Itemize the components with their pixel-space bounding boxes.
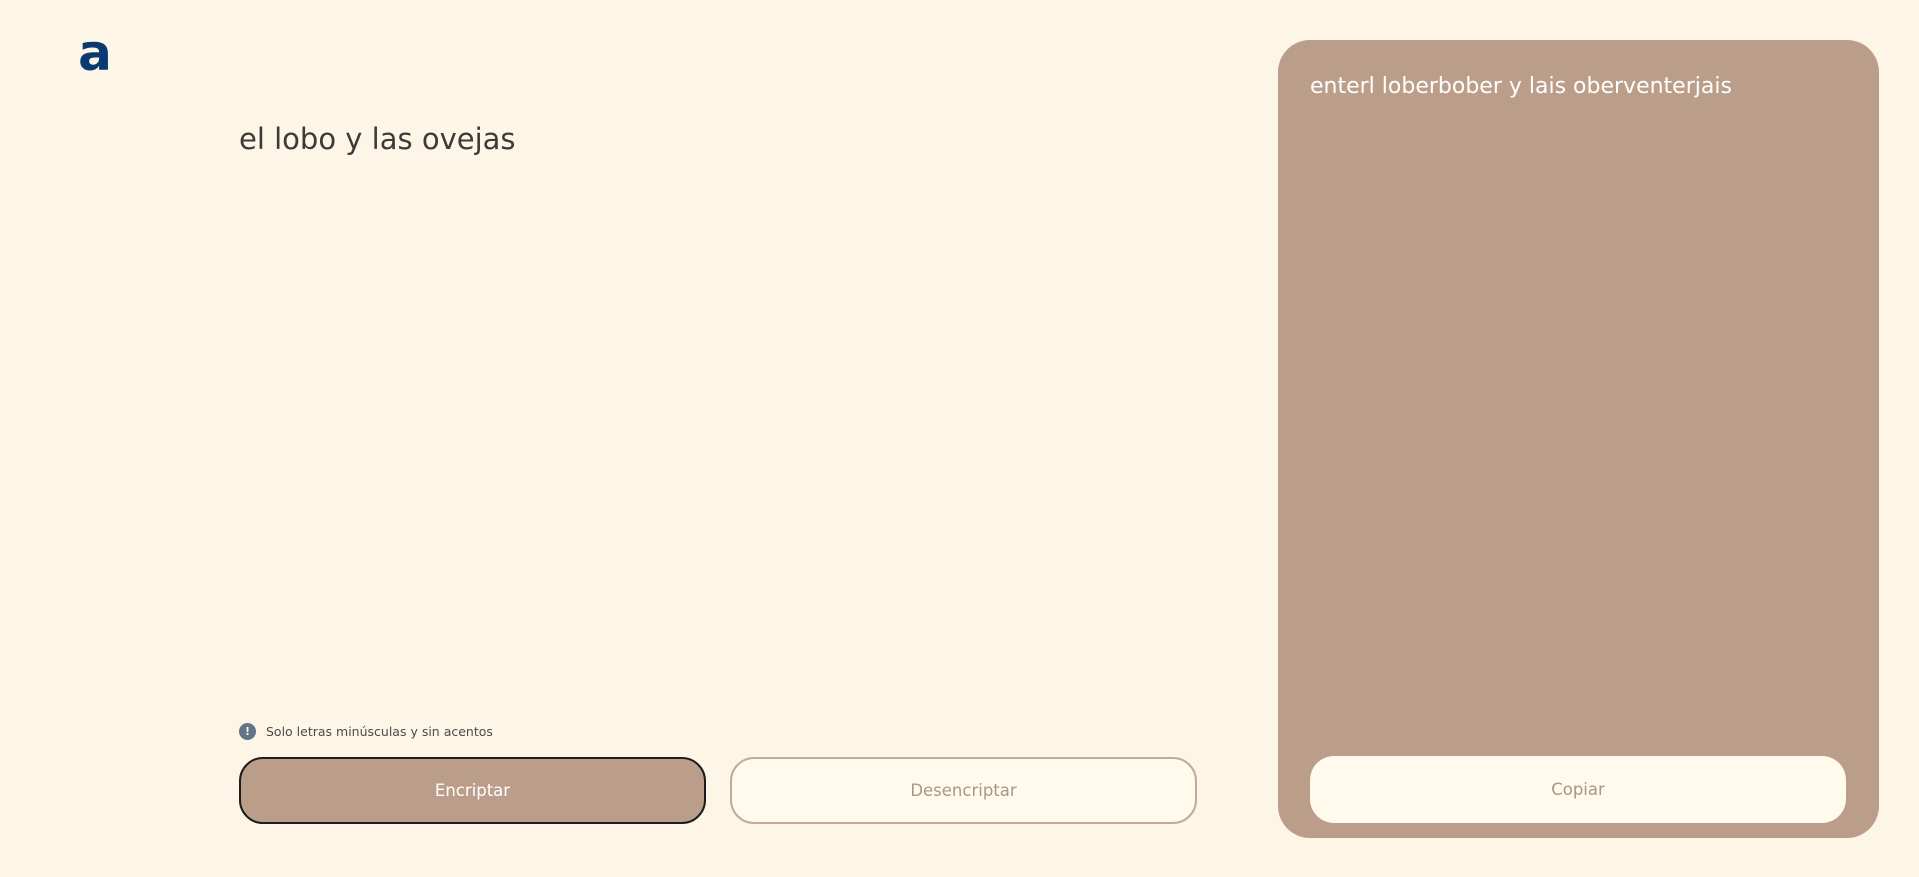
encrypt-button[interactable]: Encriptar: [239, 757, 706, 824]
page: a el lobo y las ovejas ! Solo letras min…: [0, 0, 1919, 877]
logo-letter: a: [78, 30, 112, 82]
copy-button[interactable]: Copiar: [1310, 756, 1846, 823]
input-hint: ! Solo letras minúsculas y sin acentos: [239, 723, 493, 740]
hint-text: Solo letras minúsculas y sin acentos: [266, 724, 493, 739]
output-panel: enterl loberbober y lais oberventerjais …: [1278, 40, 1879, 838]
decrypt-button[interactable]: Desencriptar: [730, 757, 1197, 824]
letter-a-logo: a: [78, 30, 112, 82]
output-text: enterl loberbober y lais oberventerjais: [1310, 74, 1732, 99]
text-input[interactable]: el lobo y las ovejas: [239, 118, 1199, 698]
exclamation-circle-icon: !: [239, 723, 256, 740]
